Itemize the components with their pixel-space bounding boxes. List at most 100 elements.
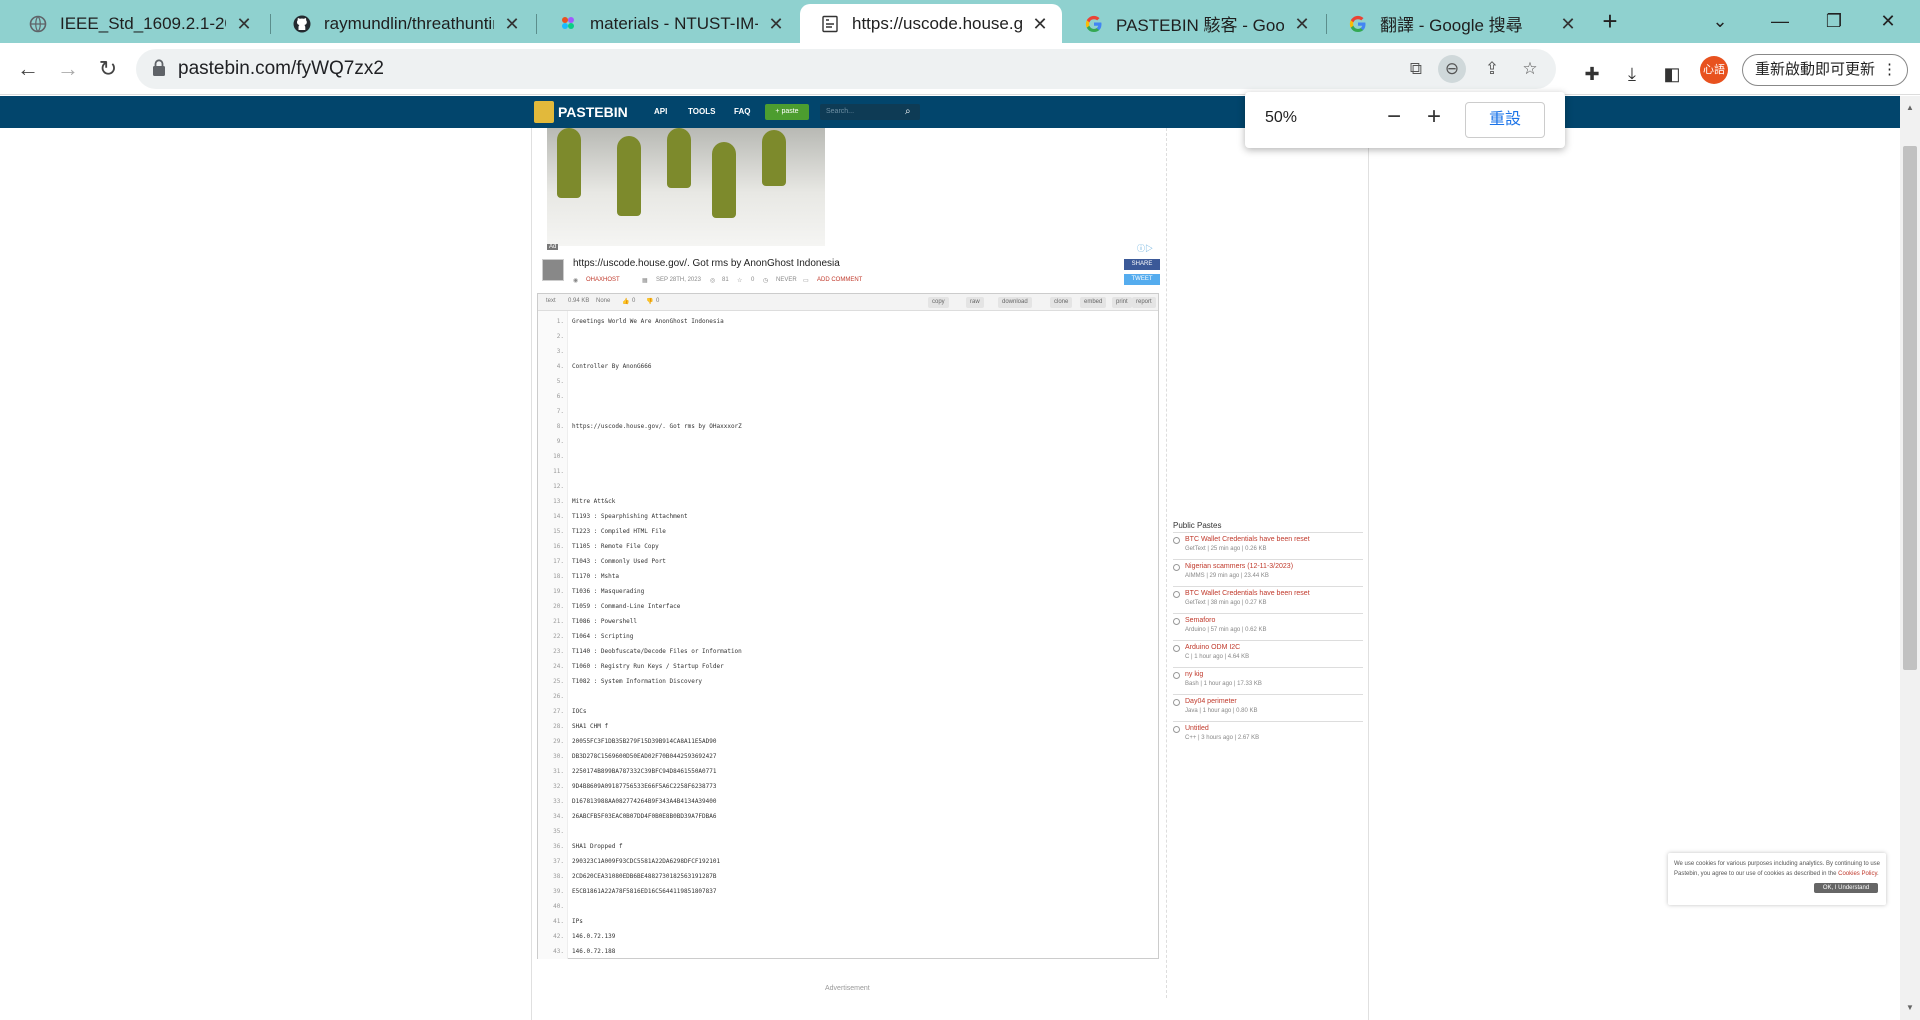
public-paste-link[interactable]: Day04 perimeter <box>1185 698 1237 705</box>
restore-button[interactable]: ❐ <box>1814 6 1854 36</box>
tab-google-pastebin[interactable]: PASTEBIN 駭客 - Google ✕ <box>1064 4 1324 43</box>
share-icon[interactable]: ⇪ <box>1478 55 1506 83</box>
line-number: 20. <box>553 603 564 610</box>
code-line: 42. 146.0.72.139 <box>538 931 1158 943</box>
line-number: 4. <box>556 363 564 370</box>
public-paste-link[interactable]: BTC Wallet Credentials have been reset <box>1185 590 1310 597</box>
bookmark-star-icon[interactable]: ☆ <box>1516 55 1544 83</box>
ad-figure <box>617 136 641 216</box>
download-button[interactable]: download <box>998 297 1032 308</box>
nav-api[interactable]: API <box>654 107 667 116</box>
extensions-icon[interactable]: ✚ <box>1578 60 1606 88</box>
add-comment-link[interactable]: ADD COMMENT <box>817 277 862 283</box>
ad-choices-icon[interactable]: ⓘ▷ <box>1137 243 1153 254</box>
cookies-policy-link[interactable]: Cookies Policy <box>1838 871 1877 877</box>
tab-google-translate[interactable]: 翻譯 - Google 搜尋 ✕ <box>1328 4 1590 43</box>
github-icon <box>292 14 312 34</box>
nav-tools[interactable]: TOOLS <box>688 107 715 116</box>
new-tab-button[interactable]: + <box>1596 8 1624 36</box>
tweet-button[interactable]: TWEET <box>1124 274 1160 285</box>
print-button[interactable]: print <box>1112 297 1132 308</box>
code-line: 41. IPs <box>538 916 1158 928</box>
code-line: 30. DB3D278C1569600D50EAD02F70B0442593692… <box>538 751 1158 763</box>
code-text: SHA1 CHM f <box>572 723 609 730</box>
embed-button[interactable]: embed <box>1080 297 1107 308</box>
tab-uscode-active[interactable]: https://uscode.house.gov ✕ <box>800 4 1062 43</box>
translate-icon[interactable]: ⧉ <box>1402 55 1430 83</box>
public-paste-link[interactable]: BTC Wallet Credentials have been reset <box>1185 536 1310 543</box>
line-number: 38. <box>553 873 564 880</box>
zoom-in-button[interactable]: + <box>1420 104 1448 132</box>
close-icon[interactable]: ✕ <box>502 14 522 34</box>
reload-button[interactable]: ↻ <box>92 53 124 85</box>
close-window-button[interactable]: ✕ <box>1868 6 1908 36</box>
author-link[interactable]: OHAXHOST <box>586 277 620 283</box>
thumbs-down-icon[interactable]: 👎 <box>646 298 653 305</box>
scroll-up-icon[interactable]: ▲ <box>1900 100 1920 116</box>
code-line: 16. T1105 : Remote File Copy <box>538 541 1158 553</box>
close-icon[interactable]: ✕ <box>766 14 786 34</box>
minimize-button[interactable]: — <box>1760 6 1800 36</box>
tab-figma[interactable]: materials - NTUST-IM-th ✕ <box>538 4 798 43</box>
paste-globe-icon <box>1173 591 1180 598</box>
report-button[interactable]: report <box>1132 297 1156 308</box>
advertisement-image[interactable] <box>547 128 825 246</box>
code-text: Controller By AnonG666 <box>572 363 652 370</box>
address-bar[interactable]: pastebin.com/fyWQ7zx2 ⧉ ⊖ ⇪ ☆ <box>136 49 1556 89</box>
search-icon[interactable]: ⌕ <box>905 104 917 120</box>
update-button[interactable]: 重新啟動即可更新 ⋮ <box>1742 54 1908 86</box>
tab-ieee[interactable]: IEEE_Std_1609.2.1-2022_I ✕ <box>8 4 266 43</box>
public-paste-link[interactable]: Arduino ODM I2C <box>1185 644 1240 651</box>
tab-github[interactable]: raymundlin/threathuntin ✕ <box>272 4 534 43</box>
dislikes-count: 0 <box>656 298 660 304</box>
code-line: 10. <box>538 451 1158 463</box>
line-number: 30. <box>553 753 564 760</box>
public-paste-meta: AIMMS | 29 min ago | 23.44 KB <box>1185 573 1269 579</box>
public-paste-link[interactable]: Untitled <box>1185 725 1209 732</box>
close-icon[interactable]: ✕ <box>1030 14 1050 34</box>
copy-button[interactable]: copy <box>928 297 949 308</box>
forward-button[interactable]: → <box>52 53 84 85</box>
close-icon[interactable]: ✕ <box>1558 14 1578 34</box>
code-text: T1086 : Powershell <box>572 618 638 625</box>
pastebin-logo[interactable]: PASTEBIN <box>558 104 628 120</box>
code-text: T1193 : Spearphishing Attachment <box>572 513 688 520</box>
download-icon[interactable]: ⤓ <box>1618 60 1646 88</box>
new-paste-button[interactable]: + paste <box>765 104 809 120</box>
close-icon[interactable]: ✕ <box>1292 14 1312 34</box>
zoom-out-button[interactable]: − <box>1380 104 1408 132</box>
tab-search-chevron-icon[interactable]: ⌄ <box>1700 6 1740 36</box>
zoom-out-icon[interactable]: ⊖ <box>1438 55 1466 83</box>
code-line: 31. 2250174B899BA787332C39BFC94D8461550A0… <box>538 766 1158 778</box>
zoom-reset-button[interactable]: 重設 <box>1465 102 1545 138</box>
public-paste-link[interactable]: ny kig <box>1185 671 1203 678</box>
pastebin-header: PASTEBIN API TOOLS FAQ + paste Search...… <box>0 96 1900 128</box>
close-icon[interactable]: ✕ <box>234 14 254 34</box>
public-paste-link[interactable]: Semaforo <box>1185 617 1215 624</box>
public-paste-meta: C++ | 3 hours ago | 2.67 KB <box>1185 735 1260 741</box>
side-panel-icon[interactable]: ◧ <box>1658 60 1686 88</box>
tab-separator <box>270 14 271 34</box>
clone-button[interactable]: clone <box>1050 297 1073 308</box>
public-paste-link[interactable]: Nigerian scammers (12-11-3/2023) <box>1185 563 1293 570</box>
code-text: Mitre Att&ck <box>572 498 616 505</box>
code-line: 23. T1140 : Deobfuscate/Decode Files or I… <box>538 646 1158 658</box>
facebook-share-button[interactable]: SHARE <box>1124 259 1160 270</box>
thumbs-up-icon[interactable]: 👍 <box>622 298 629 305</box>
pastebin-logo-icon[interactable] <box>534 101 554 123</box>
code-text: 20055FC3F1DB35B279F15D39B914CA8A11E5AD90 <box>572 738 717 745</box>
line-number: 12. <box>553 483 564 490</box>
code-line: 19. T1036 : Masquerading <box>538 586 1158 598</box>
nav-faq[interactable]: FAQ <box>734 107 750 116</box>
cookie-accept-button[interactable]: OK, I Understand <box>1814 883 1878 893</box>
scroll-down-icon[interactable]: ▼ <box>1900 1000 1920 1016</box>
raw-button[interactable]: raw <box>966 297 984 308</box>
code-text: T1059 : Command-Line Interface <box>572 603 681 610</box>
line-number: 9. <box>556 438 564 445</box>
line-number: 19. <box>553 588 564 595</box>
avatar[interactable]: 心語 <box>1700 56 1728 84</box>
tab-label: raymundlin/threathuntin <box>324 13 494 33</box>
scrollbar-thumb[interactable] <box>1903 146 1917 670</box>
back-button[interactable]: ← <box>12 53 44 85</box>
format-label[interactable]: text <box>546 298 556 304</box>
